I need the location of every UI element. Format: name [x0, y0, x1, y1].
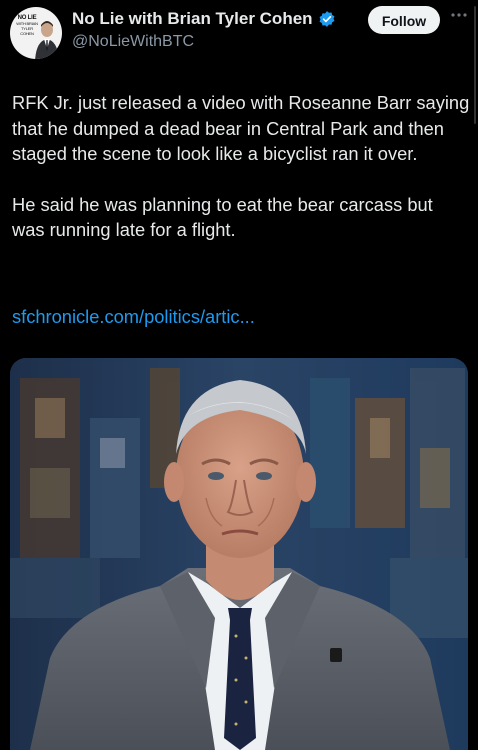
author-name-row: No Lie with Brian Tyler Cohen: [72, 9, 336, 29]
verified-badge-icon: [319, 11, 334, 27]
scrollbar[interactable]: [474, 6, 476, 124]
article-link[interactable]: sfchronicle.com/politics/artic...: [12, 306, 255, 328]
tweet-paragraph: He said he was planning to eat the bear …: [12, 193, 433, 241]
tweet-paragraph: RFK Jr. just released a video with Rosea…: [12, 92, 470, 164]
follow-button[interactable]: Follow: [368, 6, 440, 34]
ellipsis-icon: [451, 13, 467, 17]
tweet-header: NO LIE WITH BRIAN TYLER COHEN No Lie wit…: [0, 0, 478, 124]
author-handle[interactable]: @NoLieWithBTC: [72, 33, 194, 51]
more-options-button[interactable]: [448, 6, 470, 28]
author-display-name[interactable]: No Lie with Brian Tyler Cohen: [72, 9, 313, 29]
avatar-person-image: [35, 21, 59, 59]
tweet-body: RFK Jr. just released a video with Rosea…: [12, 90, 470, 243]
author-avatar[interactable]: NO LIE WITH BRIAN TYLER COHEN: [10, 7, 62, 59]
tweet-media-photo[interactable]: [10, 358, 468, 750]
photo-man-in-suit: [10, 358, 468, 750]
